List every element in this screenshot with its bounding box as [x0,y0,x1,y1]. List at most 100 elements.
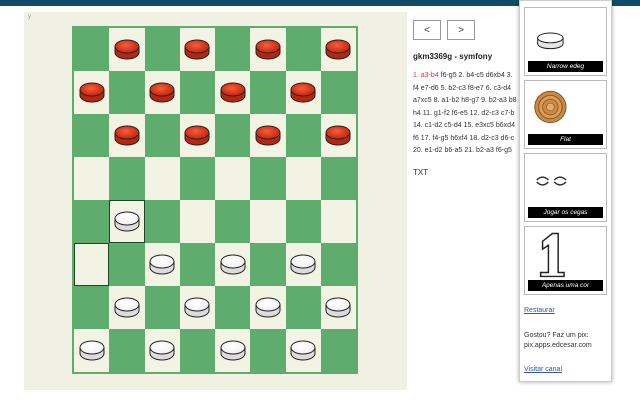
board-square[interactable] [179,286,215,329]
board-square[interactable] [109,200,145,243]
board-square[interactable] [215,329,251,372]
board-square[interactable] [215,243,251,286]
board-square[interactable] [144,28,180,71]
white-checker-piece[interactable] [220,254,246,275]
visit-channel-link[interactable]: Visitar canal [524,366,562,373]
red-checker-piece[interactable] [114,125,140,146]
red-checker-piece[interactable] [290,82,316,103]
board-square[interactable] [74,71,110,114]
board-square[interactable] [179,200,215,243]
white-checker-piece[interactable] [255,297,281,318]
board-square[interactable] [250,329,286,372]
next-move-button[interactable]: > [447,20,475,40]
white-checker-piece[interactable] [220,340,246,361]
board-square[interactable] [144,71,180,114]
board-square[interactable] [215,28,251,71]
style-card-single-color[interactable]: Apenas uma cor [524,226,607,295]
white-checker-piece[interactable] [79,340,105,361]
red-checker-piece[interactable] [325,39,351,60]
restore-link[interactable]: Restaurar [524,307,555,314]
white-checker-piece[interactable] [114,211,140,232]
board-square[interactable] [144,286,180,329]
board-square[interactable] [285,28,321,71]
white-checker-piece[interactable] [149,340,175,361]
board-square[interactable] [179,243,215,286]
current-move[interactable]: 1. a3-b4 [413,72,439,79]
white-checker-piece[interactable] [184,297,210,318]
red-checker-piece[interactable] [114,39,140,60]
board-square[interactable] [250,157,286,200]
board-square[interactable] [215,114,251,157]
board-square[interactable] [109,114,145,157]
white-checker-piece[interactable] [325,297,351,318]
board-square[interactable] [179,114,215,157]
board-square[interactable] [179,28,215,71]
board-square[interactable] [320,329,356,372]
board-square[interactable] [250,243,286,286]
white-checker-piece[interactable] [290,254,316,275]
board-square[interactable] [320,28,356,71]
white-checker-piece[interactable] [149,254,175,275]
board-square[interactable] [285,243,321,286]
board-square[interactable] [250,286,286,329]
previous-move-button[interactable]: < [413,20,441,40]
board-square[interactable] [285,157,321,200]
board-square[interactable] [109,157,145,200]
board-square[interactable] [144,114,180,157]
board-square[interactable] [179,71,215,114]
board-square[interactable] [320,243,356,286]
board-square[interactable] [109,28,145,71]
board-square[interactable] [109,71,145,114]
board-square[interactable] [215,200,251,243]
move-list[interactable]: 1. a3-b4 f6-g5 2. b4-c5 d6xb4 3. f4 e7-d… [413,70,523,158]
board-square[interactable] [215,286,251,329]
board-square[interactable] [320,71,356,114]
board-square[interactable] [74,286,110,329]
board-square[interactable] [285,114,321,157]
red-checker-piece[interactable] [79,82,105,103]
board-square[interactable] [320,114,356,157]
board-square[interactable] [179,157,215,200]
board-square[interactable] [74,157,110,200]
style-card-blind[interactable]: Jogar os cegas [524,153,607,222]
white-checker-piece[interactable] [290,340,316,361]
red-checker-piece[interactable] [184,125,210,146]
board-square[interactable] [320,286,356,329]
board-square[interactable] [74,200,110,243]
red-checker-piece[interactable] [325,125,351,146]
board-square[interactable] [144,200,180,243]
checkers-board[interactable] [72,26,358,374]
style-card-narrow-edge[interactable]: Narrow edeg [524,7,607,76]
board-square[interactable] [215,157,251,200]
board-square[interactable] [250,114,286,157]
board-square[interactable] [179,329,215,372]
red-checker-piece[interactable] [255,39,281,60]
board-square[interactable] [285,286,321,329]
board-square[interactable] [144,243,180,286]
white-checker-piece[interactable] [114,297,140,318]
txt-export-label[interactable]: TXT [413,168,428,177]
board-square[interactable] [74,28,110,71]
board-square[interactable] [144,157,180,200]
red-checker-piece[interactable] [149,82,175,103]
board-square[interactable] [250,71,286,114]
board-square[interactable] [74,329,110,372]
board-square[interactable] [109,286,145,329]
board-square[interactable] [250,28,286,71]
board-square[interactable] [285,329,321,372]
style-card-flat[interactable]: Flat [524,80,607,149]
board-square[interactable] [250,200,286,243]
board-square[interactable] [109,329,145,372]
board-square[interactable] [320,157,356,200]
red-checker-piece[interactable] [220,82,246,103]
red-checker-piece[interactable] [255,125,281,146]
board-square[interactable] [285,200,321,243]
board-square[interactable] [74,243,110,286]
board-square[interactable] [109,243,145,286]
board-square[interactable] [320,200,356,243]
board-square[interactable] [74,114,110,157]
board-square[interactable] [215,71,251,114]
red-checker-piece[interactable] [184,39,210,60]
board-square[interactable] [285,71,321,114]
board-square[interactable] [144,329,180,372]
